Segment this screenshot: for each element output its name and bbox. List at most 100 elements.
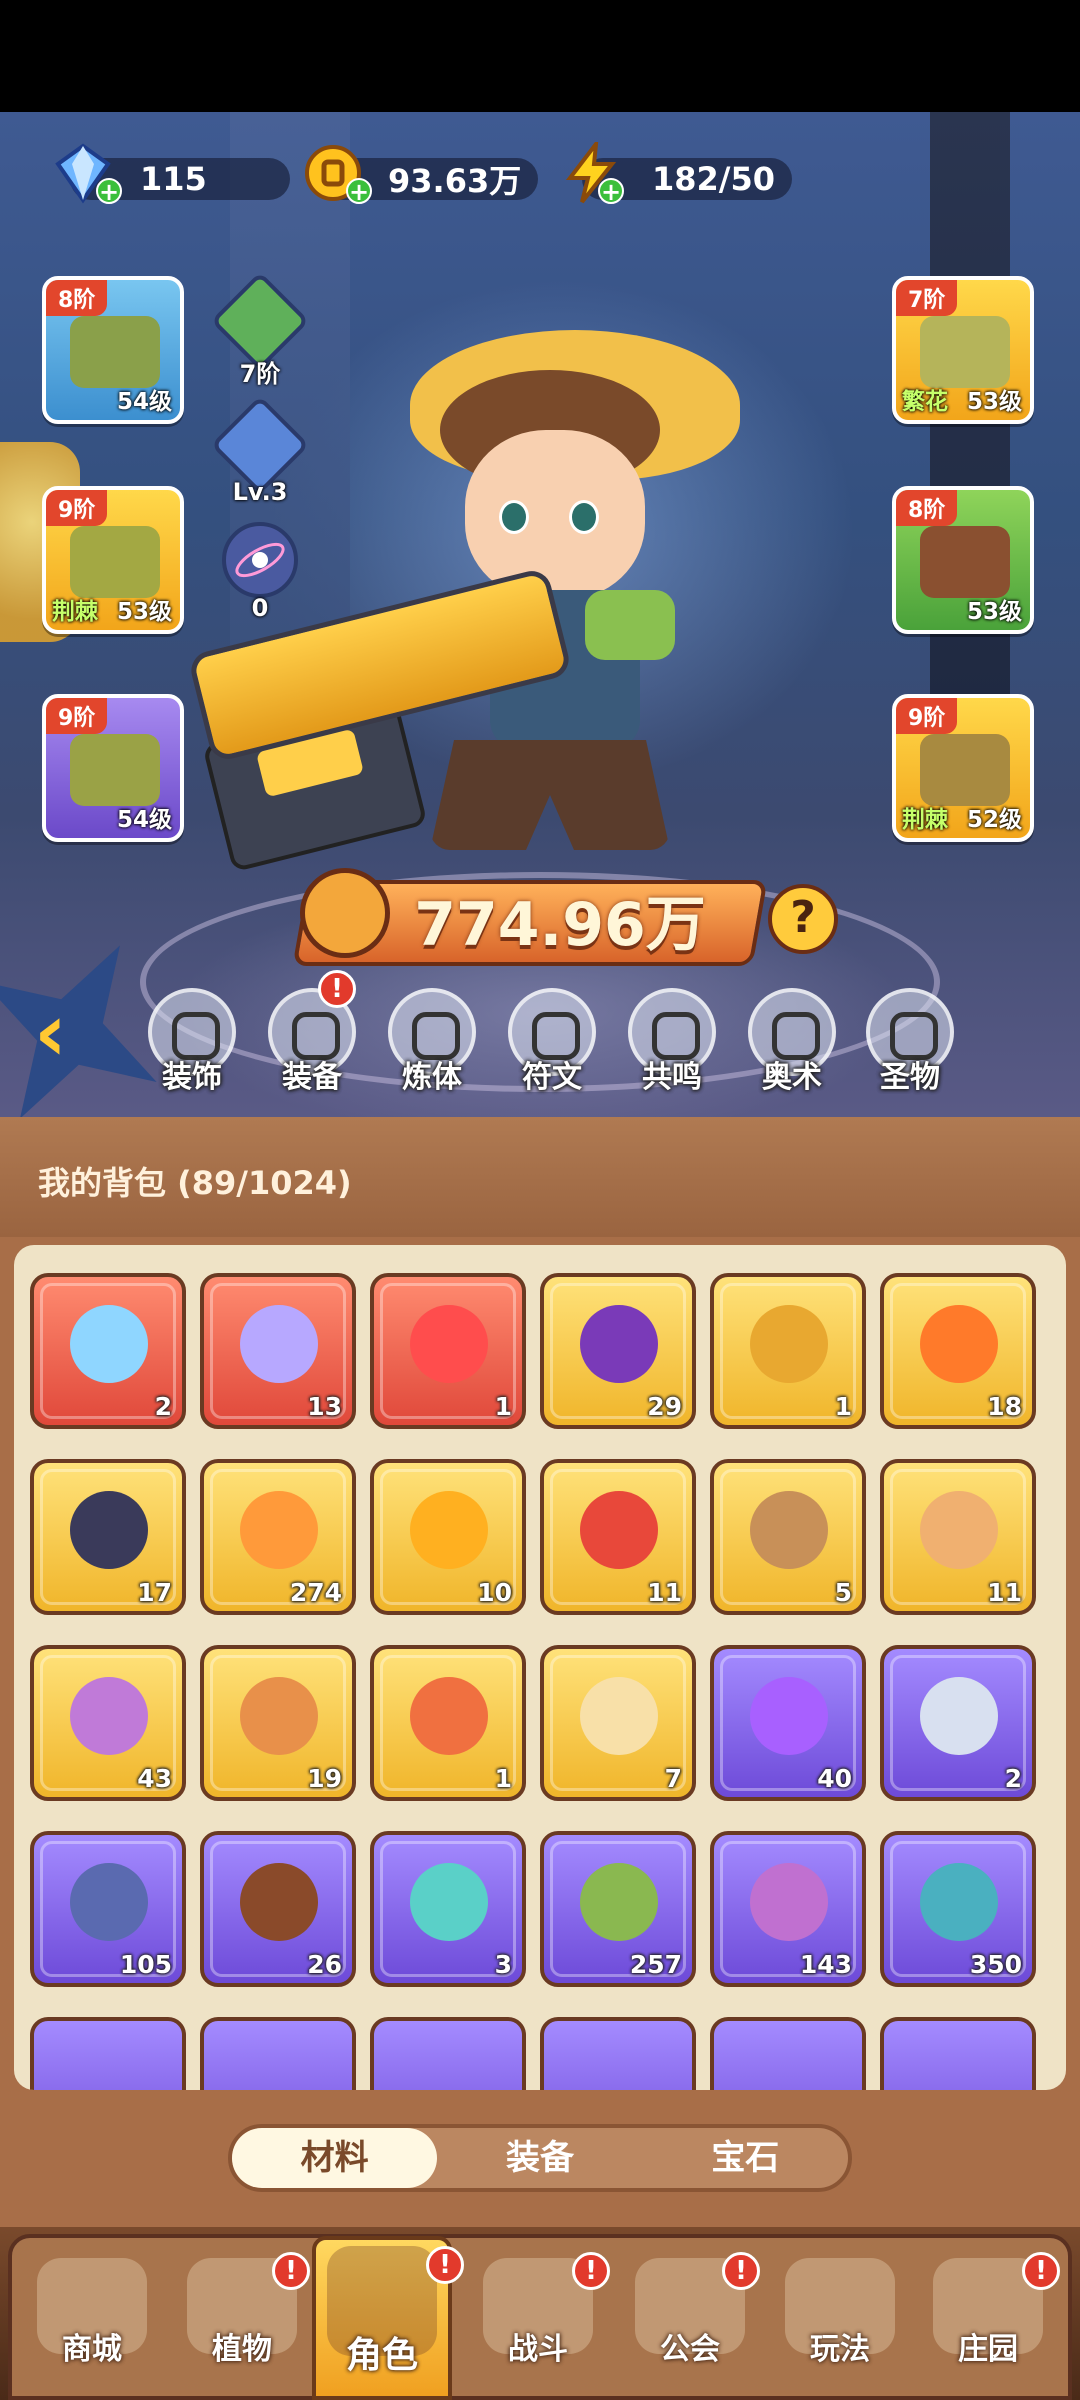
- jar-icon: [240, 1677, 318, 1755]
- func-label: 共鸣: [642, 1060, 702, 1095]
- equip-tier: 9阶: [46, 490, 108, 526]
- hero-face: [465, 430, 645, 600]
- purple-book-icon: [70, 1677, 148, 1755]
- equip-level: 52级: [966, 807, 1022, 833]
- equip-slot-armor[interactable]: 7阶 繁花 53级: [892, 276, 1034, 424]
- item-count: 40: [817, 1764, 852, 1793]
- orb-slot[interactable]: [222, 522, 298, 598]
- orange-gem-icon: [410, 1677, 488, 1755]
- red-potion-icon: [410, 1305, 488, 1383]
- add-energy-button[interactable]: +: [598, 178, 624, 204]
- item-count: 29: [647, 1392, 682, 1421]
- backpack-item[interactable]: 18: [880, 1273, 1036, 1429]
- backpack-item[interactable]: [200, 2017, 356, 2090]
- item-count: 105: [119, 1950, 172, 1979]
- backpack-item[interactable]: 43: [30, 1645, 186, 1801]
- nav-label: 玩法: [810, 2332, 870, 2367]
- backpack-item[interactable]: 350: [880, 1831, 1036, 1987]
- help-button[interactable]: ?: [768, 884, 838, 954]
- nav-label: 商城: [62, 2332, 122, 2367]
- func-decoration[interactable]: 装饰: [144, 988, 240, 1096]
- hat-icon: [70, 316, 160, 388]
- equip-slot-belt[interactable]: 8阶 53级: [892, 486, 1034, 634]
- backpack-grid-container[interactable]: 2 13 1 29 1 18 17 274 10 11 5 11 43 19 1 7 40 2 105 26 3 257 1…: [14, 1245, 1066, 2090]
- equip-level: 54级: [116, 389, 172, 415]
- backpack-item[interactable]: 40: [710, 1645, 866, 1801]
- backpack-item[interactable]: 3: [370, 1831, 526, 1987]
- backpack-item[interactable]: 26: [200, 1831, 356, 1987]
- nav-shop[interactable]: 商城: [22, 2252, 162, 2392]
- hero-shirt: [585, 590, 675, 660]
- backpack-item[interactable]: [540, 2017, 696, 2090]
- nav-label: 庄园: [958, 2332, 1018, 2367]
- equip-tier: 8阶: [896, 490, 958, 526]
- equip-level: 53级: [116, 599, 172, 625]
- backpack-item[interactable]: 274: [200, 1459, 356, 1615]
- status-bar: [0, 0, 1080, 112]
- eye: [569, 500, 599, 534]
- golden-key-icon: [750, 1305, 828, 1383]
- backpack-item[interactable]: 2: [880, 1645, 1036, 1801]
- sprout-potion-icon: [240, 1491, 318, 1569]
- tab-equipment[interactable]: 装备: [437, 2128, 642, 2188]
- backpack-item[interactable]: 257: [540, 1831, 696, 1987]
- backpack-item[interactable]: [880, 2017, 1036, 2090]
- green-scroll-icon: [580, 1863, 658, 1941]
- nav-gameplay[interactable]: 玩法: [770, 2252, 910, 2392]
- backpack-item[interactable]: 1: [710, 1273, 866, 1429]
- equip-tier: 8阶: [46, 280, 108, 316]
- backpack-item[interactable]: 11: [540, 1459, 696, 1615]
- back-arrow-icon[interactable]: ‹: [34, 993, 104, 1073]
- backpack-item[interactable]: 5: [710, 1459, 866, 1615]
- func-arcane[interactable]: 奥术: [744, 988, 840, 1096]
- backpack-item[interactable]: 19: [200, 1645, 356, 1801]
- equip-slot-boots[interactable]: 9阶 荆棘 52级: [892, 694, 1034, 842]
- crystal-level-label: Lv.3: [232, 478, 288, 506]
- add-diamond-button[interactable]: +: [96, 178, 122, 204]
- item-count: 257: [629, 1950, 682, 1979]
- tab-materials[interactable]: 材料: [232, 2128, 438, 2188]
- item-count: 10: [477, 1578, 512, 1607]
- fire-pyramid-icon: [920, 1305, 998, 1383]
- equip-set-name: 荆棘: [52, 599, 98, 625]
- equip-slot-hat[interactable]: 8阶 54级: [42, 276, 184, 424]
- func-body-refining[interactable]: 炼体: [384, 988, 480, 1096]
- knot-emblem-icon: [580, 1677, 658, 1755]
- func-rune[interactable]: 符文: [504, 988, 600, 1096]
- backpack-item[interactable]: 11: [880, 1459, 1036, 1615]
- flower-pot-icon: [750, 1491, 828, 1569]
- func-relic[interactable]: 圣物: [862, 988, 958, 1096]
- backpack-item[interactable]: [30, 2017, 186, 2090]
- item-count: 1: [834, 1392, 852, 1421]
- func-resonance[interactable]: 共鸣: [624, 988, 720, 1096]
- combat-power-value: 774.96万: [414, 890, 706, 960]
- tab-gems[interactable]: 宝石: [643, 2128, 848, 2188]
- notification-badge: !: [426, 2246, 464, 2284]
- backpack-item[interactable]: 1: [370, 1273, 526, 1429]
- purple-scroll-icon: [750, 1863, 828, 1941]
- equip-level: 53级: [966, 599, 1022, 625]
- add-gold-button[interactable]: +: [346, 178, 372, 204]
- gloves-icon: [70, 526, 160, 598]
- backpack-item[interactable]: 10: [370, 1459, 526, 1615]
- backpack-item[interactable]: 13: [200, 1273, 356, 1429]
- cake-icon: [920, 1491, 998, 1569]
- backpack-item[interactable]: [710, 2017, 866, 2090]
- backpack-item[interactable]: [370, 2017, 526, 2090]
- item-count: 19: [307, 1764, 342, 1793]
- item-count: 1: [494, 1392, 512, 1421]
- equip-tier: 9阶: [46, 698, 108, 734]
- equip-slot-gloves[interactable]: 9阶 荆棘 53级: [42, 486, 184, 634]
- eye: [499, 500, 529, 534]
- equip-slot-pants[interactable]: 9阶 54级: [42, 694, 184, 842]
- backpack-item[interactable]: 143: [710, 1831, 866, 1987]
- nav-label: 战斗: [508, 2332, 568, 2367]
- moon-crystal-icon: [240, 1305, 318, 1383]
- backpack-item[interactable]: 1: [370, 1645, 526, 1801]
- orbit-star-icon: [235, 542, 285, 578]
- backpack-item[interactable]: 29: [540, 1273, 696, 1429]
- backpack-item[interactable]: 7: [540, 1645, 696, 1801]
- backpack-item[interactable]: 17: [30, 1459, 186, 1615]
- backpack-item[interactable]: 2: [30, 1273, 186, 1429]
- backpack-item[interactable]: 105: [30, 1831, 186, 1987]
